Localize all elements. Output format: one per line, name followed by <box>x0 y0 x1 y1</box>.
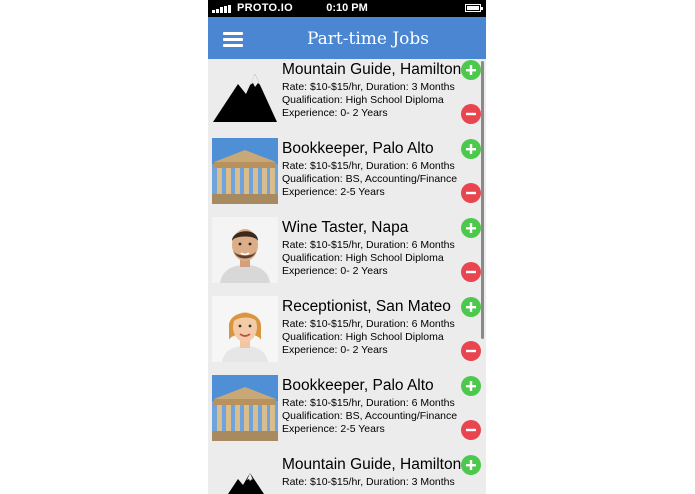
add-job-button[interactable] <box>461 376 481 396</box>
job-item[interactable]: Receptionist, San Mateo Rate: $10-$15/hr… <box>208 296 486 375</box>
temple-photo <box>212 138 278 204</box>
mountain-icon <box>212 459 278 494</box>
man-portrait-photo <box>212 217 278 283</box>
phone-screen: PROTO.IO 0:10 PM Part-time Jobs Mountain… <box>208 0 486 494</box>
woman-portrait-photo <box>212 296 278 362</box>
remove-job-button[interactable] <box>461 262 481 282</box>
job-title: Wine Taster, Napa <box>282 219 409 236</box>
plus-icon <box>466 302 476 312</box>
minus-icon <box>466 428 476 432</box>
battery-icon <box>465 4 483 12</box>
status-bar: PROTO.IO 0:10 PM <box>208 0 486 17</box>
remove-job-button[interactable] <box>461 420 481 440</box>
add-job-button[interactable] <box>461 139 481 159</box>
menu-icon[interactable] <box>223 32 243 47</box>
remove-job-button[interactable] <box>461 341 481 361</box>
job-rate: Rate: $10-$15/hr, Duration: 3 Months <box>282 81 455 93</box>
job-rate: Rate: $10-$15/hr, Duration: 6 Months <box>282 397 455 409</box>
remove-job-button[interactable] <box>461 183 481 203</box>
job-item[interactable]: Bookkeeper, Palo Alto Rate: $10-$15/hr, … <box>208 375 486 454</box>
job-rate: Rate: $10-$15/hr, Duration: 3 Months <box>282 476 455 488</box>
plus-icon <box>466 381 476 391</box>
add-job-button[interactable] <box>461 218 481 238</box>
minus-icon <box>466 112 476 116</box>
minus-icon <box>466 270 476 274</box>
job-list[interactable]: Mountain Guide, Hamilton Rate: $10-$15/h… <box>208 59 486 494</box>
plus-icon <box>466 223 476 233</box>
temple-photo <box>212 375 278 441</box>
job-item[interactable]: Mountain Guide, Hamilton Rate: $10-$15/h… <box>208 59 486 138</box>
add-job-button[interactable] <box>461 297 481 317</box>
job-title: Receptionist, San Mateo <box>282 298 451 315</box>
plus-icon <box>466 460 476 470</box>
mountain-icon <box>212 64 278 130</box>
job-title: Bookkeeper, Palo Alto <box>282 140 434 157</box>
add-job-button[interactable] <box>461 60 481 80</box>
plus-icon <box>466 65 476 75</box>
plus-icon <box>466 144 476 154</box>
job-item[interactable]: Bookkeeper, Palo Alto Rate: $10-$15/hr, … <box>208 138 486 217</box>
scrollbar[interactable] <box>481 61 484 339</box>
job-rate: Rate: $10-$15/hr, Duration: 6 Months <box>282 318 455 330</box>
job-experience: Experience: 0- 2 Years <box>282 344 388 356</box>
job-item[interactable]: Mountain Guide, Hamilton Rate: $10-$15/h… <box>208 454 486 494</box>
job-qualification: Qualification: High School Diploma <box>282 331 444 343</box>
job-experience: Experience: 0- 2 Years <box>282 107 388 119</box>
job-rate: Rate: $10-$15/hr, Duration: 6 Months <box>282 239 455 251</box>
page-title: Part-time Jobs <box>306 29 430 49</box>
job-qualification: Qualification: High School Diploma <box>282 94 444 106</box>
job-qualification: Qualification: BS, Accounting/Finance <box>282 173 458 185</box>
job-title: Mountain Guide, Hamilton <box>282 61 462 78</box>
job-qualification: Qualification: High School Diploma <box>282 252 444 264</box>
job-item[interactable]: Wine Taster, Napa Rate: $10-$15/hr, Dura… <box>208 217 486 296</box>
job-experience: Experience: 2-5 Years <box>282 186 385 198</box>
minus-icon <box>466 349 476 353</box>
job-experience: Experience: 2-5 Years <box>282 423 385 435</box>
remove-job-button[interactable] <box>461 104 481 124</box>
job-title: Mountain Guide, Hamilton <box>282 456 462 473</box>
nav-bar: Part-time Jobs <box>208 17 486 59</box>
job-experience: Experience: 0- 2 Years <box>282 265 388 277</box>
clock: 0:10 PM <box>326 2 368 14</box>
minus-icon <box>466 191 476 195</box>
add-job-button[interactable] <box>461 455 481 475</box>
job-rate: Rate: $10-$15/hr, Duration: 6 Months <box>282 160 455 172</box>
job-title: Bookkeeper, Palo Alto <box>282 377 434 394</box>
job-qualification: Qualification: BS, Accounting/Finance <box>282 410 458 422</box>
